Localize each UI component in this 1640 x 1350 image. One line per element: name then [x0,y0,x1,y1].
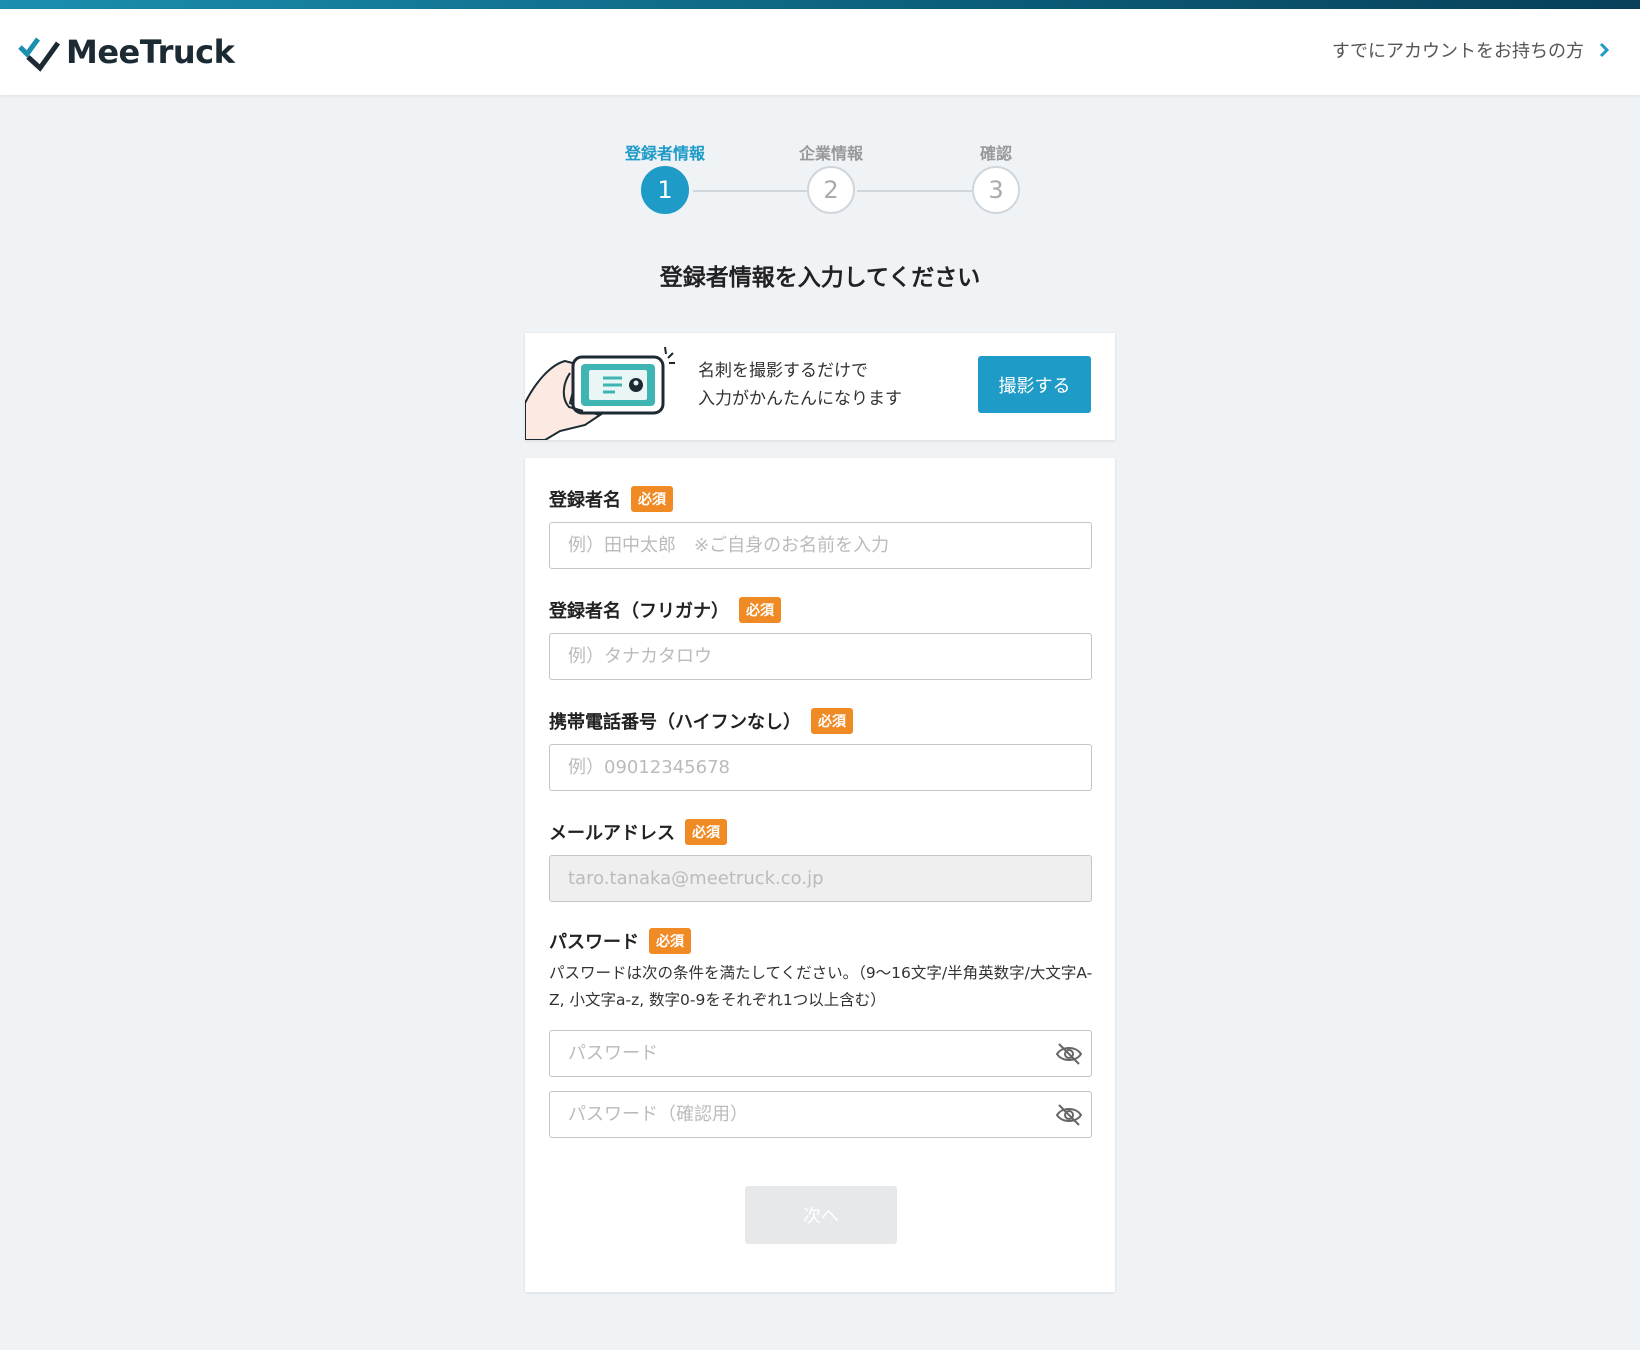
brand-name: MeeTruck [66,33,235,71]
name-input[interactable] [549,522,1092,569]
eye-slash-icon[interactable] [1055,1042,1083,1066]
step-registrant: 登録者情報 1 [585,140,745,214]
step-number: 1 [641,166,689,214]
step-label: 登録者情報 [624,144,705,163]
required-badge: 必須 [649,928,691,954]
chevron-right-icon [1599,42,1610,58]
email-input [549,855,1092,902]
kana-label: 登録者名（フリガナ） 必須 [549,597,781,623]
phone-label-text: 携帯電話番号（ハイフンなし） [549,712,801,733]
progress-stepper: 登録者情報 1 企業情報 2 確認 3 [0,130,1640,220]
header: MeeTruck すでにアカウントをお持ちの方 [0,9,1640,95]
meetruck-check-logo-icon [18,37,61,72]
required-badge: 必須 [685,819,727,845]
password-input[interactable] [549,1030,1092,1077]
step-label: 企業情報 [798,144,863,163]
email-label-text: メールアドレス [549,823,675,844]
take-photo-button[interactable]: 撮影する [978,356,1091,413]
step-confirm: 確認 3 [916,140,1076,214]
password-label-text: パスワード [549,932,639,953]
existing-account-label: すでにアカウントをお持ちの方 [1331,41,1584,62]
scan-line-1: 名刺を撮影するだけで [698,361,868,381]
phone-input[interactable] [549,744,1092,791]
next-button[interactable]: 次へ [745,1186,897,1244]
scan-line-2: 入力がかんたんになります [698,389,902,409]
page-title: 登録者情報を入力してください [659,265,981,291]
required-badge: 必須 [811,708,853,734]
name-label-text: 登録者名 [549,490,621,511]
logo[interactable]: MeeTruck [18,31,235,73]
phone-scanning-card-icon [525,346,675,440]
existing-account-link[interactable]: すでにアカウントをお持ちの方 [1332,37,1610,63]
required-badge: 必須 [631,486,673,512]
kana-label-text: 登録者名（フリガナ） [549,601,729,622]
step-number: 2 [807,166,855,214]
email-label: メールアドレス 必須 [549,819,727,845]
kana-input[interactable] [549,633,1092,680]
password-requirements: パスワードは次の条件を満たしてください。（9〜16文字/半角英数字/大文字A-Z… [549,964,1093,1009]
name-label: 登録者名 必須 [549,486,673,512]
password-label: パスワード 必須 [549,928,691,954]
step-number: 3 [972,166,1020,214]
business-card-scan-panel: 名刺を撮影するだけで 入力がかんたんになります 撮影する [525,333,1115,440]
step-company: 企業情報 2 [751,140,911,214]
phone-label: 携帯電話番号（ハイフンなし） 必須 [549,708,853,734]
scan-description: 名刺を撮影するだけで 入力がかんたんになります [698,357,902,413]
eye-slash-icon[interactable] [1055,1103,1083,1127]
registrant-form: 登録者名 必須 登録者名（フリガナ） 必須 携帯電話番号（ハイフンなし） 必須 … [525,458,1115,1292]
password-confirm-input[interactable] [549,1091,1092,1138]
step-label: 確認 [979,144,1012,163]
required-badge: 必須 [739,597,781,623]
top-accent-bar [0,0,1640,9]
